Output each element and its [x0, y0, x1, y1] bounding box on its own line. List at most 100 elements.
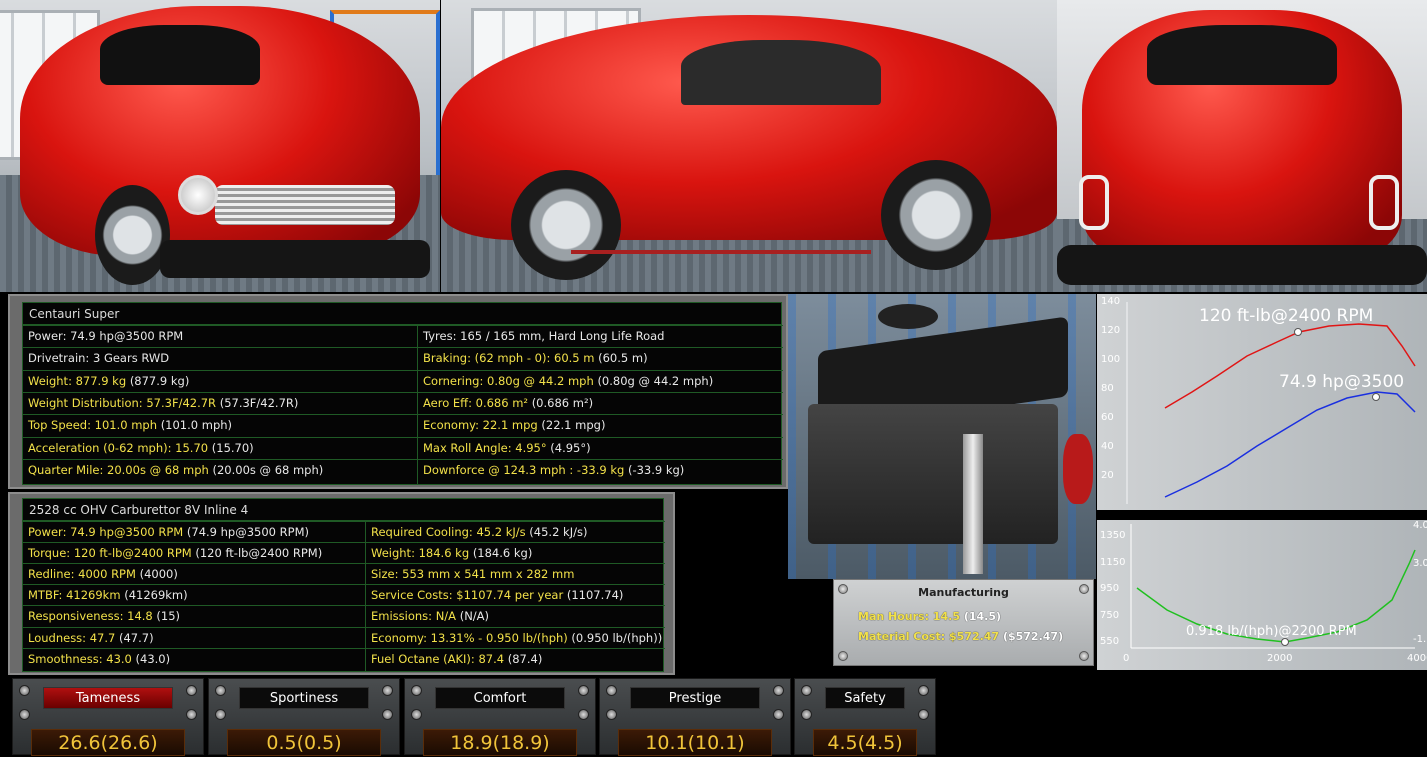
car-stat-row: Power: 74.9 hp@3500 RPM Tyres: 165 / 165…: [23, 325, 783, 346]
rating-label[interactable]: Prestige: [630, 687, 760, 709]
power-peak-marker: [1372, 393, 1380, 401]
rating-value: 10.1(10.1): [618, 729, 772, 756]
man-hours-value: 14.5: [932, 610, 960, 623]
stat-extra: (45.2 kJ/s): [529, 525, 588, 539]
economy-y-tick: 1150: [1100, 556, 1126, 568]
stat-extra: (74.9 hp@3500 RPM): [186, 525, 309, 539]
stat-value: 14.8: [127, 609, 153, 624]
stat-extra: (41269km): [124, 588, 188, 603]
stat-value: 0.80g @ 44.2 mph: [487, 373, 594, 388]
economy-x-tick: 0: [1123, 653, 1130, 664]
car-rear-view: [1057, 0, 1427, 292]
stat-value: 13.31% - 0.950 lb/(hph): [430, 630, 568, 645]
stat-value: 74.9 hp@3500 RPM: [70, 525, 184, 539]
rating-gauge-comfort: Comfort 18.9(18.9): [404, 678, 596, 756]
rating-value: 26.6(26.6): [31, 729, 185, 756]
engine-stat-left: MTBF: 41269km (41269km): [23, 585, 365, 605]
rating-number: 4.5: [827, 732, 858, 754]
economy-x-tick: 2000: [1267, 653, 1293, 664]
engine-stat-row: Redline: 4000 RPM (4000) Size: 553 mm x …: [23, 563, 665, 584]
torque-peak-label: 120 ft-lb@2400 RPM: [1199, 306, 1374, 326]
economy-svg: [1130, 524, 1416, 649]
engine-stat-row: Torque: 120 ft-lb@2400 RPM (120 ft-lb@24…: [23, 542, 665, 563]
stat-value: 101.0 mph: [94, 418, 158, 433]
stat-value: 20.00s @ 68 mph: [107, 462, 209, 477]
engine-render: [788, 294, 1096, 579]
rating-label[interactable]: Tameness: [43, 687, 173, 709]
economy-y2-tick: 3.0: [1413, 558, 1427, 569]
engine-stat-row: Responsiveness: 14.8 (15) Emissions: N/A…: [23, 605, 665, 626]
engine-stat-right: Service Costs: $1107.74 per year (1107.7…: [366, 585, 665, 605]
economy-y2-tick: -1.: [1413, 634, 1427, 645]
stat-extra: (43.0): [135, 651, 171, 666]
stat-label: Downforce @ 124.3 mph :: [423, 462, 574, 477]
car-stat-left: Acceleration (0-62 mph): 15.70 (15.70): [23, 438, 417, 458]
power-y-tick: 20: [1101, 470, 1114, 481]
power-y-tick: 60: [1101, 412, 1114, 423]
economy-min-label: 0.918 lb/(hph)@2200 RPM: [1186, 624, 1357, 639]
engine-stat-row: Loudness: 47.7 (47.7) Economy: 13.31% - …: [23, 626, 665, 648]
car-stat-row: Weight: 877.9 kg (877.9 kg) Cornering: 0…: [23, 369, 783, 391]
stat-value: 4000 RPM: [78, 567, 136, 582]
stat-label: Power:: [28, 525, 67, 539]
stat-label: Service Costs:: [371, 588, 453, 603]
economy-y-tick: 1350: [1100, 530, 1126, 541]
stat-label: Aero Eff:: [423, 395, 472, 410]
stat-label: Drivetrain:: [28, 351, 90, 366]
stat-extra: (47.7): [118, 630, 154, 645]
economy-graph: 1350 1150 950 750 550 4.0 3.0 -1. 0 2000 4000 0.…: [1097, 520, 1427, 670]
stat-label: MTBF:: [28, 588, 63, 603]
stat-label: Loudness:: [28, 630, 87, 645]
stat-value: $1107.74 per year: [456, 588, 564, 603]
economy-x-tick: 4000: [1407, 653, 1427, 664]
car-stat-row: Top Speed: 101.0 mph (101.0 mph) Economy…: [23, 414, 783, 435]
car-stat-row: Acceleration (0-62 mph): 15.70 (15.70) M…: [23, 436, 783, 458]
rating-gauge-safety: Safety 4.5(4.5): [794, 678, 936, 756]
power-peak-label: 74.9 hp@3500: [1279, 372, 1405, 392]
rating-extra: (18.9): [492, 732, 550, 754]
rating-label[interactable]: Safety: [825, 687, 905, 709]
rating-gauge-tameness: Tameness 26.6(26.6): [12, 678, 204, 756]
car-stat-right: Downforce @ 124.3 mph : -33.9 kg (-33.9 …: [418, 460, 783, 480]
car-stat-row: Drivetrain: 3 Gears RWD Braking: (62 mph…: [23, 347, 783, 368]
stat-label: Economy:: [371, 630, 427, 645]
stat-extra: (-33.9 kg): [627, 462, 685, 477]
stat-extra: (877.9 kg): [129, 373, 190, 388]
stat-label: Economy:: [423, 418, 479, 433]
rating-label[interactable]: Sportiness: [239, 687, 369, 709]
man-hours-extra: (14.5): [963, 610, 1002, 623]
stat-label: Required Cooling:: [371, 525, 473, 539]
stat-extra: (1107.74): [566, 588, 624, 603]
stat-value: 877.9 kg: [75, 373, 127, 388]
engine-stat-left: Redline: 4000 RPM (4000): [23, 564, 365, 584]
engine-stat-right: Economy: 13.31% - 0.950 lb/(hph) (0.950 …: [366, 628, 665, 648]
car-stat-row: Quarter Mile: 20.00s @ 68 mph (20.00s @ …: [23, 458, 783, 480]
car-stat-right: Economy: 22.1 mpg (22.1 mpg): [418, 415, 783, 435]
stat-value: 4.95°: [515, 440, 547, 455]
stat-label: Max Roll Angle:: [423, 440, 512, 455]
power-y-tick: 140: [1101, 296, 1121, 307]
engine-stat-row: MTBF: 41269km (41269km) Service Costs: $…: [23, 584, 665, 605]
car-stat-right: Cornering: 0.80g @ 44.2 mph (0.80g @ 44.…: [418, 371, 783, 391]
car-name: Centauri Super: [23, 303, 781, 325]
stat-extra: (101.0 mph): [160, 418, 233, 433]
stat-extra: (15.70): [211, 440, 254, 455]
stat-extra: (20.00s @ 68 mph): [212, 462, 324, 477]
stat-extra: (15): [156, 609, 180, 624]
engine-stat-left: Power: 74.9 hp@3500 RPM (74.9 hp@3500 RP…: [23, 522, 365, 542]
rating-label[interactable]: Comfort: [435, 687, 565, 709]
power-curve: [1164, 391, 1416, 498]
power-torque-graph: 140 120 100 80 60 40 20 120 ft-lb@2400 RPM 74.…: [1097, 294, 1427, 510]
stat-value: -33.9 kg: [576, 462, 625, 477]
stat-label: Smoothness:: [28, 651, 103, 666]
economy-y-tick: 750: [1100, 609, 1120, 621]
stat-extra: (57.3F/42.7R): [219, 395, 299, 410]
car-stat-right: Tyres: 165 / 165 mm, Hard Long Life Road: [418, 326, 783, 346]
power-y-tick: 100: [1101, 354, 1121, 365]
stat-value: 41269km: [66, 588, 121, 603]
stat-label: Responsiveness:: [28, 609, 124, 624]
man-hours-label: Man Hours:: [858, 610, 929, 623]
stat-label: Braking:: [423, 351, 471, 366]
stat-extra: (60.5 m): [598, 351, 648, 366]
stat-label: Weight:: [28, 373, 72, 388]
